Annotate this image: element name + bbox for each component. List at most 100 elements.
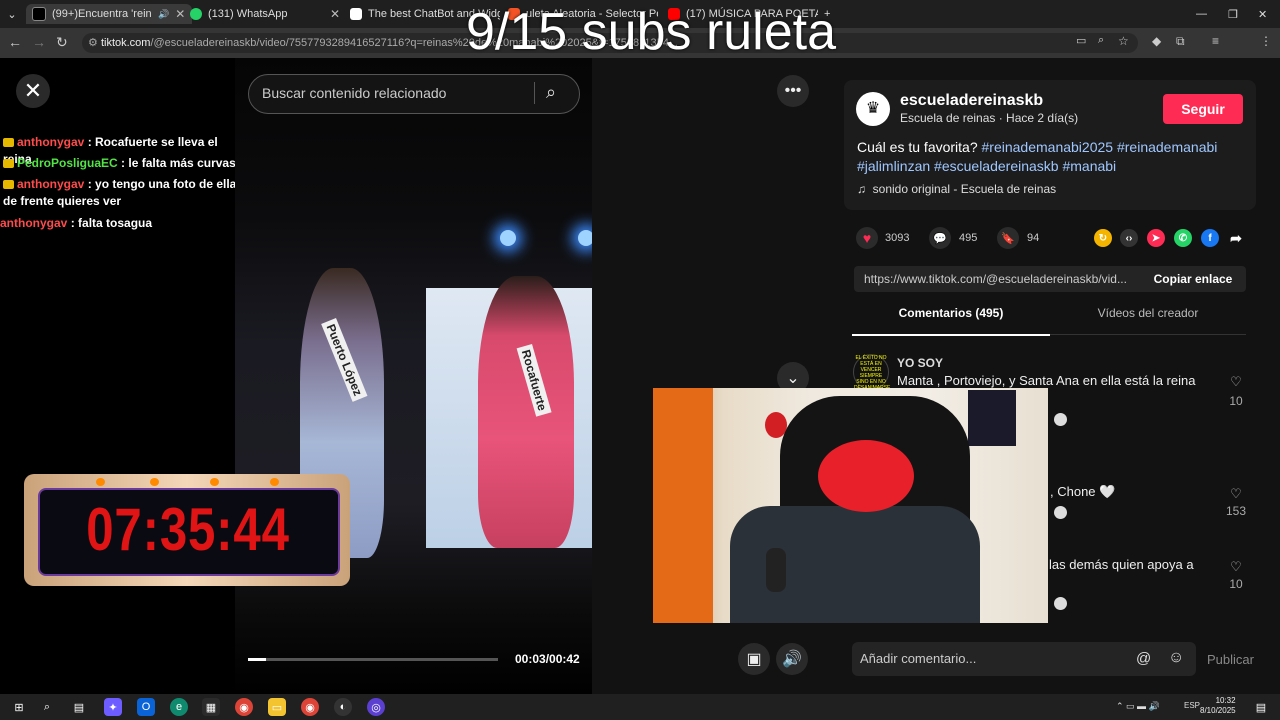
chatbot-icon	[350, 8, 362, 20]
copilot-icon[interactable]: ✦	[104, 698, 122, 716]
chrome-active-icon[interactable]: ◉	[301, 698, 319, 716]
pip-icon: ▣	[746, 651, 762, 668]
pumpkin-icon	[270, 478, 279, 486]
hashtag[interactable]: #jalimlinzan	[857, 158, 930, 174]
windows-start-icon[interactable]: ⊞	[10, 698, 28, 716]
tab-label: (99+)Encuentra 'reinas de n	[52, 8, 152, 20]
task-view-icon[interactable]: ▤	[70, 698, 88, 716]
progress-track[interactable]	[248, 658, 498, 661]
obs-icon[interactable]: ◐	[334, 698, 352, 716]
whatsapp-icon	[190, 8, 202, 20]
post-description: Cuál es tu favorita? #reinademanabi2025 …	[857, 138, 1247, 176]
tab-list-button[interactable]: ⌄	[4, 4, 20, 24]
send-icon[interactable]: ➤	[1147, 229, 1165, 247]
save-button[interactable]: 🔖	[997, 227, 1019, 249]
back-icon[interactable]: ←	[8, 34, 22, 50]
share-arrow-icon[interactable]: ➦	[1227, 229, 1245, 247]
puzzle-icon[interactable]: ⧉	[1176, 34, 1185, 49]
close-icon[interactable]: ✕	[330, 7, 340, 21]
username[interactable]: escueladereinaskb	[900, 92, 1043, 110]
chat-text: : le falta más curvas	[121, 156, 236, 170]
menu-icon[interactable]: ⋮	[1260, 34, 1272, 48]
bookmark-star-icon[interactable]: ☆	[1118, 34, 1129, 48]
zoom-icon[interactable]: ⌕	[1098, 34, 1104, 47]
chat-message: anthonygav : falta tosagua	[0, 215, 240, 232]
pumpkin-icon	[210, 478, 219, 486]
avatar[interactable]: ♛	[856, 92, 890, 126]
close-icon[interactable]: ✕	[175, 7, 185, 21]
sound-row[interactable]: ♫ sonido original - Escuela de reinas	[857, 182, 1056, 196]
system-tray[interactable]: ⌃ ▭ ▬ 🔊	[1116, 701, 1160, 712]
taskbar	[0, 694, 1280, 720]
video-time: 00:03/00:42	[515, 652, 580, 666]
subscriber-badge-icon	[3, 138, 14, 148]
bookmark-icon: 🔖	[1001, 232, 1015, 245]
heart-icon[interactable]: ♡	[1228, 486, 1244, 502]
minimize-icon[interactable]: —	[1196, 4, 1207, 24]
heart-icon[interactable]: ♡	[1228, 374, 1244, 390]
comment-author[interactable]: YO SOY	[897, 356, 943, 370]
edge-icon[interactable]: e	[170, 698, 188, 716]
tab-whatsapp[interactable]: (131) WhatsApp ✕	[190, 4, 340, 24]
chat-user: PedroPosliguaEC	[17, 156, 118, 170]
stream-overlay-title: 9/15 subs ruleta	[466, 3, 837, 61]
more-options-button[interactable]: •••	[777, 75, 809, 107]
media-icon[interactable]: ≡	[1212, 34, 1219, 48]
search-icon[interactable]: ⌕	[546, 82, 556, 103]
store-icon[interactable]: ▦	[202, 698, 220, 716]
heart-icon: ♥	[862, 230, 872, 246]
contestant-right	[478, 276, 574, 548]
share-url[interactable]: https://www.tiktok.com/@escueladereinask…	[864, 272, 1134, 286]
file-explorer-icon[interactable]: ▭	[268, 698, 286, 716]
publish-button[interactable]: Publicar	[1207, 652, 1254, 667]
embed-icon[interactable]: ‹›	[1120, 229, 1138, 247]
clock[interactable]: 10:32 8/10/2025	[1200, 696, 1236, 716]
copy-link-button[interactable]: Copiar enlace	[1140, 266, 1246, 292]
chat-user: anthonygav	[0, 216, 68, 230]
facebook-icon[interactable]: f	[1201, 229, 1219, 247]
comment-like-count: 10	[1229, 394, 1243, 408]
wall-poster	[968, 390, 1016, 446]
subscriber-badge-icon	[3, 159, 14, 169]
search-placeholder: Buscar contenido relacionado	[262, 85, 447, 101]
reload-icon[interactable]: ↻	[56, 34, 68, 51]
chrome-icon[interactable]: ◉	[235, 698, 253, 716]
cast-icon[interactable]: ▭	[1076, 34, 1086, 47]
hashtag[interactable]: #escueladereinaskb	[934, 158, 1059, 174]
repost-icon[interactable]: ↻	[1094, 229, 1112, 247]
tab-creator-videos[interactable]: Vídeos del creador	[1050, 306, 1246, 335]
tab-comments[interactable]: Comentarios (495)	[852, 306, 1050, 336]
hashtag[interactable]: #reinademanabi	[1117, 139, 1217, 155]
stage-light	[500, 230, 516, 246]
comment-text: , Chone 🤍	[1050, 484, 1116, 499]
mention-icon[interactable]: @	[1136, 650, 1151, 667]
search-icon[interactable]: ⌕	[38, 698, 56, 716]
comment-avatar[interactable]: EL ÉXITO NO ESTÁ EN VENCER SIEMPRE SINO …	[853, 354, 890, 391]
creator-liked-icon	[1054, 506, 1067, 519]
volume-button[interactable]: 🔊	[776, 643, 808, 675]
comment-like-count: 10	[1229, 577, 1243, 591]
comment-button[interactable]: 💬	[929, 227, 951, 249]
outlook-icon[interactable]: O	[137, 698, 155, 716]
language-indicator[interactable]: ESP	[1184, 701, 1200, 710]
window-close-icon[interactable]: ✕	[1258, 4, 1267, 24]
music-note-icon: ♫	[857, 182, 866, 196]
forward-icon[interactable]: →	[32, 34, 46, 50]
app-icon[interactable]: ◎	[367, 698, 385, 716]
whatsapp-share-icon[interactable]: ✆	[1174, 229, 1192, 247]
like-button[interactable]: ♥	[856, 227, 878, 249]
close-video-button[interactable]: ✕	[16, 74, 50, 108]
follow-button[interactable]: Seguir	[1163, 94, 1243, 124]
heart-icon[interactable]: ♡	[1228, 559, 1244, 575]
restore-icon[interactable]: ❐	[1228, 4, 1238, 24]
volume-icon: 🔊	[782, 651, 802, 668]
pip-button[interactable]: ▣	[738, 643, 770, 675]
comment-icon: 💬	[933, 232, 947, 245]
notifications-icon[interactable]: ▤	[1252, 698, 1270, 716]
site-info-icon[interactable]: ⚙	[88, 37, 98, 49]
extension-icon[interactable]: ◆	[1152, 34, 1161, 48]
tab-active[interactable]: (99+)Encuentra 'reinas de n 🔊 ✕	[26, 4, 192, 24]
emoji-icon[interactable]: ☺	[1168, 649, 1184, 667]
hashtag[interactable]: #reinademanabi2025	[982, 139, 1114, 155]
hashtag[interactable]: #manabi	[1062, 158, 1116, 174]
